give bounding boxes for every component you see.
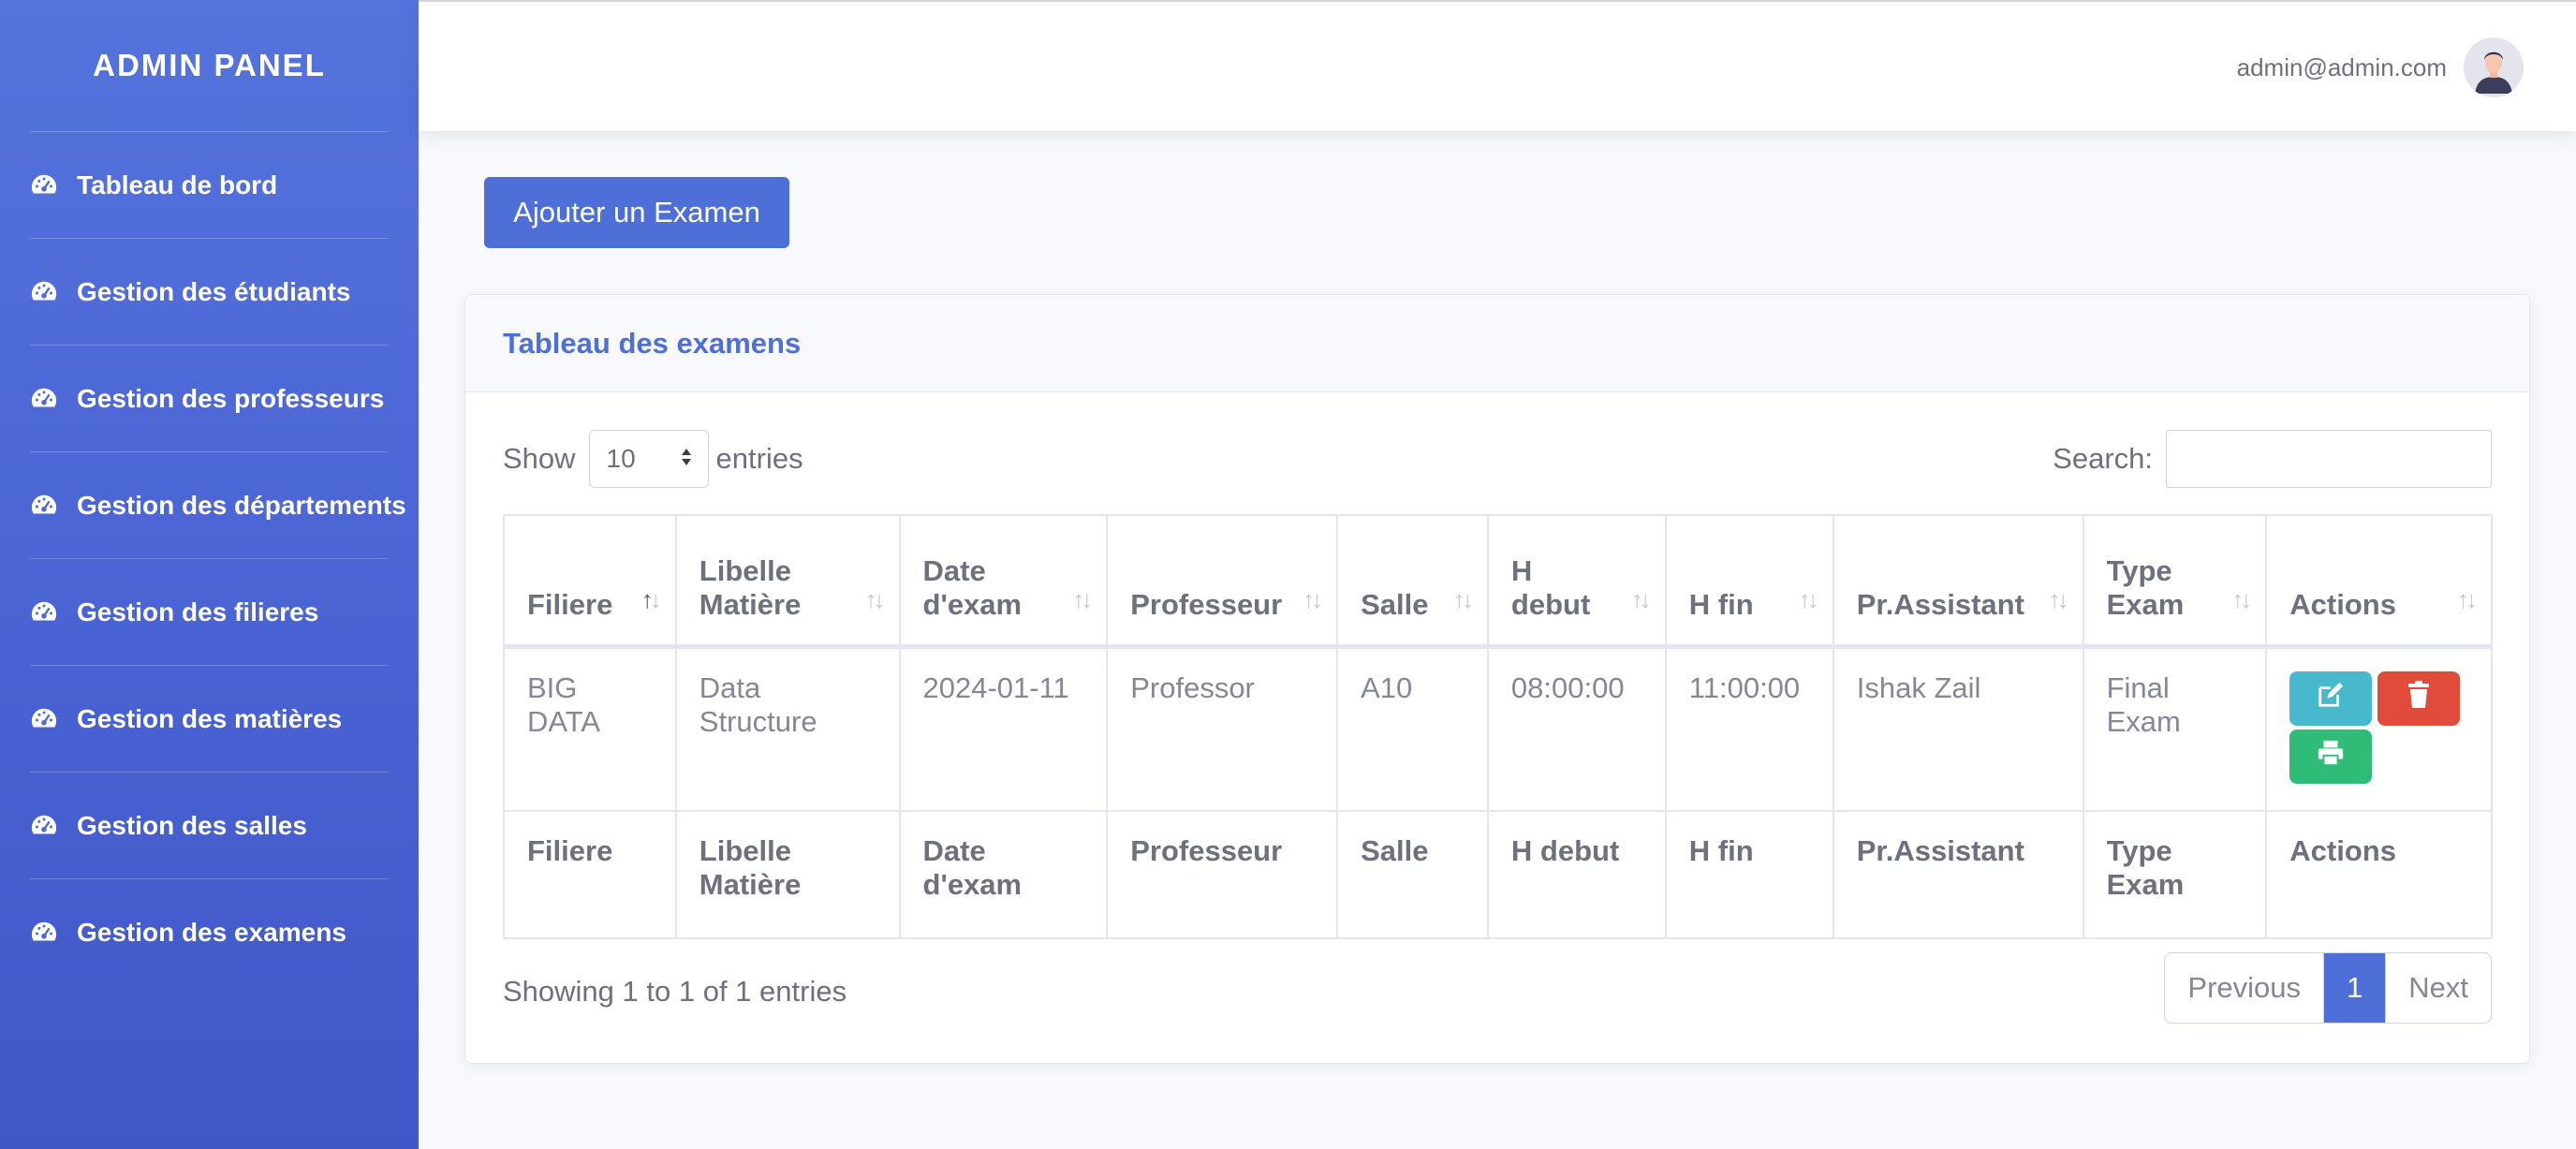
- cell-date: 2024-01-11: [898, 645, 1109, 812]
- pagination: Previous 1 Next: [2164, 952, 2492, 1024]
- sidebar-item-examens[interactable]: Gestion des examens: [0, 879, 419, 985]
- footer-h-fin: H fin: [1664, 809, 1834, 939]
- tachometer-icon: [30, 705, 58, 733]
- tachometer-icon: [30, 598, 58, 626]
- cell-h-debut: 08:00:00: [1486, 645, 1667, 812]
- entries-select[interactable]: 10: [588, 430, 709, 488]
- exams-card: Tableau des examens Show 10 entries Sear…: [464, 294, 2530, 1064]
- sidebar-item-tableau-de-bord[interactable]: Tableau de bord: [0, 132, 419, 238]
- card-header: Tableau des examens: [465, 295, 2529, 392]
- add-exam-button[interactable]: Ajouter un Examen: [484, 177, 789, 248]
- next-page-button[interactable]: Next: [2385, 953, 2491, 1023]
- tachometer-icon: [30, 385, 58, 413]
- sidebar-item-label: Gestion des étudiants: [77, 276, 351, 306]
- footer-type: Type Exam: [2082, 809, 2268, 939]
- table-info: Showing 1 to 1 of 1 entries: [503, 975, 847, 1008]
- cell-matiere: Data Structure: [674, 645, 901, 812]
- entries-select-value: 10: [606, 444, 636, 473]
- sidebar-item-label: Tableau de bord: [77, 169, 278, 199]
- topbar: admin@admin.com: [419, 0, 2576, 131]
- column-header-filiere[interactable]: Filiere ↑↓: [503, 514, 677, 649]
- sort-icon: ↑↓: [1072, 584, 1093, 613]
- sidebar-item-label: Gestion des filieres: [77, 597, 319, 626]
- column-header-type[interactable]: Type Exam ↑↓: [2082, 514, 2268, 649]
- cell-actions: [2265, 645, 2493, 812]
- column-header-salle[interactable]: Salle ↑↓: [1336, 514, 1489, 649]
- tachometer-icon: [30, 919, 58, 947]
- sort-icon: ↑↓: [1303, 584, 1323, 613]
- tachometer-icon: [30, 812, 58, 840]
- select-arrows-icon: [680, 444, 693, 474]
- sort-icon: ↑↓: [2048, 584, 2069, 613]
- search-input[interactable]: [2166, 430, 2492, 488]
- sidebar-item-filieres[interactable]: Gestion des filieres: [0, 559, 419, 665]
- column-header-h-debut[interactable]: Hdebut ↑↓: [1486, 514, 1667, 649]
- footer-salle: Salle: [1336, 809, 1489, 939]
- sidebar-item-departements[interactable]: Gestion des départements: [0, 452, 419, 558]
- sidebar-item-professeurs[interactable]: Gestion des professeurs: [0, 346, 419, 451]
- sort-icon: ↑↓: [1798, 584, 1819, 613]
- table-footer-row: Filiere Libelle Matière Date d'exam Prof…: [503, 809, 2493, 939]
- footer-actions: Actions: [2265, 809, 2493, 939]
- user-email: admin@admin.com: [2236, 52, 2447, 81]
- table-header-row: Filiere ↑↓ Libelle Matière ↑↓ Date d'exam ↑↓ …: [503, 514, 2493, 649]
- footer-filiere: Filiere: [503, 809, 677, 939]
- cell-assistant: Ishak Zail: [1832, 645, 2084, 812]
- cell-type: Final Exam: [2082, 645, 2268, 812]
- cell-filiere: BIG DATA: [503, 645, 677, 812]
- column-header-h-fin[interactable]: H fin ↑↓: [1664, 514, 1834, 649]
- sidebar-item-salles[interactable]: Gestion des salles: [0, 773, 419, 878]
- sidebar-item-label: Gestion des salles: [77, 810, 307, 840]
- column-header-matiere[interactable]: Libelle Matière ↑↓: [674, 514, 901, 649]
- cell-salle: A10: [1336, 645, 1489, 812]
- column-header-date[interactable]: Date d'exam ↑↓: [898, 514, 1109, 649]
- entries-label: entries: [715, 442, 803, 475]
- card-title: Tableau des examens: [503, 326, 802, 360]
- delete-button[interactable]: [2377, 670, 2461, 726]
- sort-icon: ↑↓: [1630, 584, 1652, 613]
- exams-table: Filiere ↑↓ Libelle Matière ↑↓ Date d'exam ↑↓ …: [503, 514, 2493, 939]
- sidebar-item-matieres[interactable]: Gestion des matières: [0, 666, 419, 772]
- search-control: Search:: [2053, 430, 2492, 488]
- tachometer-icon: [30, 492, 58, 520]
- column-header-actions[interactable]: Actions ↑↓: [2265, 514, 2493, 649]
- column-header-professeur[interactable]: Professeur ↑↓: [1106, 514, 1339, 649]
- footer-professeur: Professeur: [1106, 809, 1339, 939]
- brand-title[interactable]: ADMIN PANEL: [0, 0, 419, 131]
- sidebar-item-label: Gestion des départements: [77, 490, 406, 520]
- footer-matiere: Libelle Matière: [674, 809, 901, 939]
- tachometer-icon: [30, 171, 58, 199]
- sort-icon: ↑↓: [2457, 584, 2478, 613]
- edit-button[interactable]: [2289, 670, 2373, 726]
- search-label: Search:: [2053, 442, 2153, 475]
- tachometer-icon: [30, 278, 58, 306]
- cell-professeur: Professor: [1106, 645, 1339, 812]
- length-control: Show 10 entries: [503, 430, 803, 488]
- page-1-button[interactable]: 1: [2324, 953, 2386, 1023]
- trash-icon: [2407, 680, 2430, 716]
- sort-icon: ↑↓: [864, 584, 886, 613]
- cell-h-fin: 11:00:00: [1664, 645, 1834, 812]
- footer-h-debut: H debut: [1486, 809, 1667, 939]
- avatar[interactable]: [2464, 37, 2524, 97]
- sidebar-item-label: Gestion des matières: [77, 703, 343, 733]
- print-icon: [2317, 739, 2345, 774]
- sidebar-item-etudiants[interactable]: Gestion des étudiants: [0, 239, 419, 345]
- sort-icon: ↑↓: [1452, 584, 1474, 613]
- sort-icon: ↑↓: [640, 584, 662, 613]
- show-label: Show: [503, 442, 576, 475]
- previous-page-button[interactable]: Previous: [2165, 953, 2324, 1023]
- sidebar-item-label: Gestion des examens: [77, 917, 346, 947]
- sidebar-item-label: Gestion des professeurs: [77, 383, 385, 413]
- user-menu[interactable]: admin@admin.com: [2237, 37, 2524, 97]
- footer-date: Date d'exam: [898, 809, 1109, 939]
- print-button[interactable]: [2289, 729, 2373, 784]
- column-header-assistant[interactable]: Pr.Assistant ↑↓: [1832, 514, 2084, 649]
- edit-icon: [2317, 681, 2345, 716]
- footer-assistant: Pr.Assistant: [1832, 809, 2084, 939]
- sidebar: ADMIN PANEL Tableau de bord Gestion des …: [0, 0, 419, 1149]
- sort-icon: ↑↓: [2231, 584, 2252, 613]
- table-row: BIG DATA Data Structure 2024-01-11 Profe…: [503, 645, 2493, 812]
